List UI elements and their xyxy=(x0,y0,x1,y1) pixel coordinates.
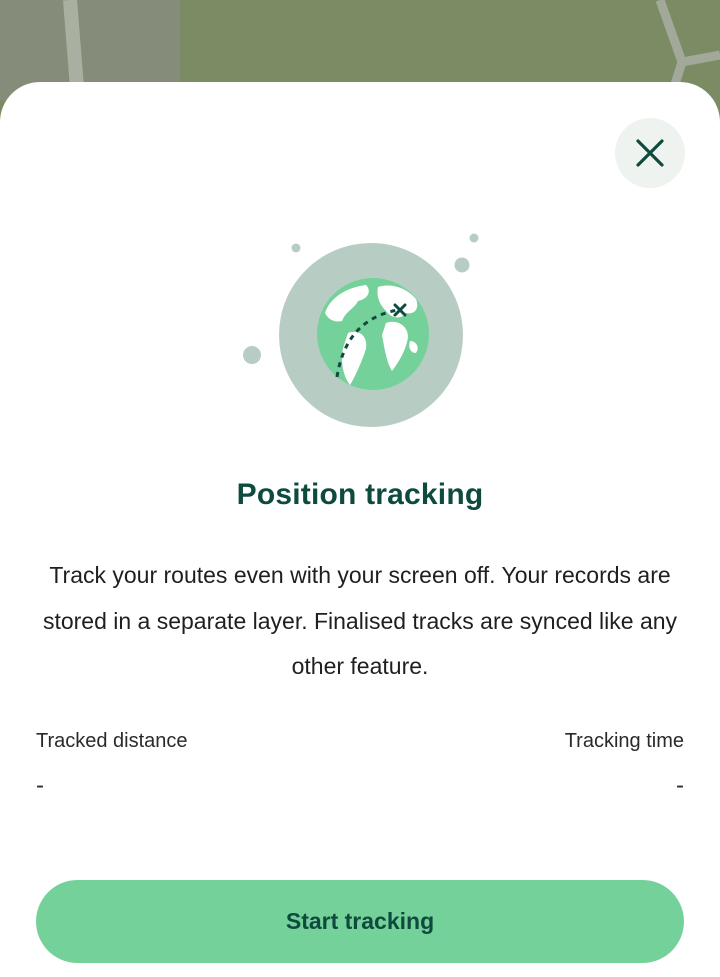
globe-route-icon xyxy=(243,233,479,427)
tracking-bottom-sheet xyxy=(0,82,720,977)
tracking-time-label: Tracking time xyxy=(564,730,684,752)
tracking-time-value: - xyxy=(676,772,684,799)
tracked-distance-value: - xyxy=(36,772,44,799)
start-tracking-button[interactable]: Start tracking xyxy=(36,880,684,963)
page-title: Position tracking xyxy=(236,478,484,511)
tracked-distance-label: Tracked distance xyxy=(36,730,188,752)
description-text: Track your routes even with your screen … xyxy=(42,562,678,679)
globe-illustration xyxy=(230,225,500,435)
close-icon xyxy=(636,139,664,167)
close-button[interactable] xyxy=(615,118,685,188)
